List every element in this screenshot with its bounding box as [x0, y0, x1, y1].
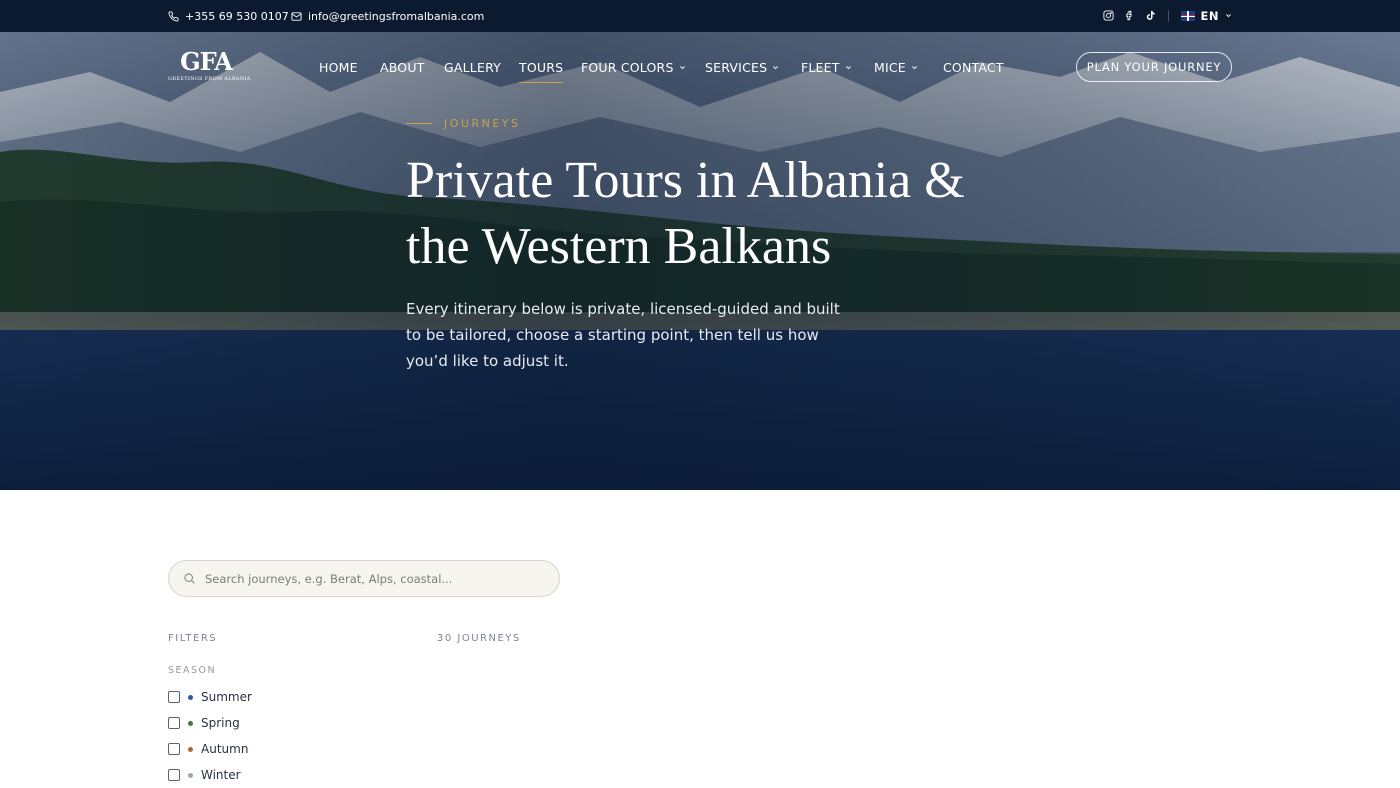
filters-heading: FILTERS: [168, 633, 218, 644]
season-color-dot: [188, 746, 193, 752]
hero-intro-text: Every itinerary below is private, licens…: [406, 300, 840, 370]
season-option-label: Summer: [201, 690, 252, 704]
nav-contact[interactable]: CONTACT: [943, 59, 1004, 75]
checkbox[interactable]: [168, 743, 180, 755]
chevron-down-icon: [845, 65, 851, 69]
divider: [1167, 9, 1169, 22]
season-option-label: Autumn: [201, 742, 249, 756]
uk-flag-icon: [1180, 10, 1195, 21]
hero-section: GFA GREETINGS FROM ALBANIA HOME ABOUT GA…: [0, 32, 1400, 490]
phone-link[interactable]: +355 69 530 0107: [168, 9, 289, 23]
season-color-dot: [188, 720, 193, 726]
facebook-icon[interactable]: [1124, 10, 1135, 21]
checkbox[interactable]: [168, 717, 180, 729]
eyebrow-rule: [406, 123, 432, 124]
nav-gallery[interactable]: GALLERY: [444, 59, 501, 75]
season-color-dot: [188, 772, 193, 778]
nav-home[interactable]: HOME: [319, 59, 358, 75]
nav-about[interactable]: ABOUT: [380, 59, 425, 75]
nav-services-label: SERVICES: [705, 59, 768, 75]
nav-gallery-label: GALLERY: [444, 59, 501, 75]
nav-tours[interactable]: TOURS: [519, 59, 564, 83]
chevron-down-icon: [679, 65, 685, 69]
logo-tagline: GREETINGS FROM ALBANIA: [168, 76, 251, 82]
search-icon: [184, 573, 195, 584]
instagram-icon[interactable]: [1102, 10, 1114, 21]
season-option-summer[interactable]: Summer: [168, 690, 252, 704]
search-bar[interactable]: [168, 560, 560, 597]
logo-mark: GFA: [180, 47, 233, 76]
page-title-line-2: the Western Balkans: [406, 218, 832, 275]
language-switcher[interactable]: EN: [1180, 8, 1232, 23]
hero-eyebrow: JOURNEYS: [406, 117, 520, 130]
page-title: Private Tours in Albania & the Western B…: [406, 148, 1046, 280]
nav-about-label: ABOUT: [380, 59, 425, 75]
results-count: 30 JOURNEYS: [437, 633, 521, 644]
email-link[interactable]: info@greetingsfromalbania.com: [291, 9, 484, 23]
site-logo[interactable]: GFA GREETINGS FROM ALBANIA: [168, 47, 251, 84]
checkbox[interactable]: [168, 691, 180, 703]
nav-four-colors[interactable]: FOUR COLORS: [581, 59, 686, 75]
nav-mice[interactable]: MICE: [874, 59, 918, 75]
chevron-down-icon: [911, 65, 917, 69]
search-input[interactable]: [205, 571, 545, 586]
nav-services[interactable]: SERVICES: [705, 59, 779, 75]
eyebrow-label: JOURNEYS: [444, 117, 521, 130]
nav-fleet[interactable]: FLEET: [801, 59, 852, 75]
mail-icon: [291, 11, 302, 21]
nav-four-colors-label: FOUR COLORS: [581, 59, 674, 75]
phone-icon: [168, 10, 179, 21]
phone-number: +355 69 530 0107: [185, 9, 289, 23]
nav-fleet-label: FLEET: [801, 59, 840, 75]
nav-tours-label: TOURS: [519, 59, 564, 75]
chevron-down-icon: [1226, 14, 1231, 18]
season-color-dot: [188, 694, 193, 700]
season-heading: SEASON: [168, 665, 217, 676]
chevron-down-icon: [773, 65, 779, 69]
season-option-label: Spring: [201, 716, 240, 730]
language-label: EN: [1200, 8, 1219, 23]
season-option-label: Winter: [201, 768, 241, 782]
social-links: EN: [1102, 8, 1232, 23]
nav-home-label: HOME: [319, 59, 358, 75]
plan-your-journey-button[interactable]: PLAN YOUR JOURNEY: [1076, 52, 1232, 82]
season-option-spring[interactable]: Spring: [168, 716, 240, 730]
season-option-autumn[interactable]: Autumn: [168, 742, 248, 756]
nav-contact-label: CONTACT: [943, 59, 1004, 75]
tiktok-icon[interactable]: [1145, 10, 1156, 21]
nav-mice-label: MICE: [874, 59, 906, 75]
email-address: info@greetingsfromalbania.com: [308, 9, 485, 23]
top-utility-bar: +355 69 530 0107 info@greetingsfromalban…: [0, 0, 1400, 32]
checkbox[interactable]: [168, 769, 180, 781]
season-option-winter[interactable]: Winter: [168, 768, 241, 782]
page-title-line-1: Private Tours in Albania &: [406, 152, 965, 209]
